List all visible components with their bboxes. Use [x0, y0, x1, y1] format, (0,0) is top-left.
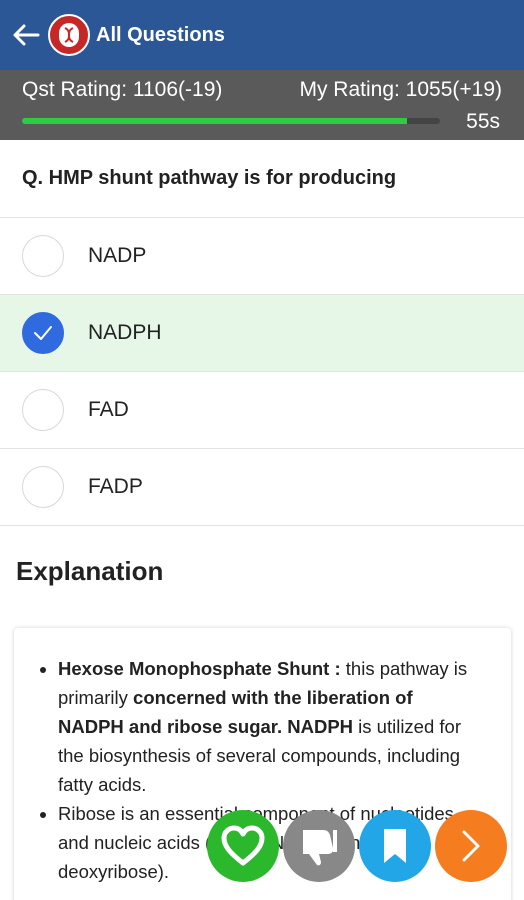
thumbs-down-icon	[303, 830, 337, 866]
time-progress-bar	[22, 118, 440, 124]
my-rating: My Rating: 1055(+19)	[299, 78, 502, 101]
app-logo-icon	[48, 14, 90, 56]
like-button[interactable]	[207, 810, 279, 882]
explanation-term: Hexose Monophosphate Shunt :	[58, 658, 341, 679]
radio-checked-icon[interactable]	[22, 312, 64, 354]
heart-icon	[221, 825, 265, 866]
rating-band: Qst Rating: 1106(-19) My Rating: 1055(+1…	[0, 70, 524, 140]
radio-unchecked-icon[interactable]	[22, 235, 64, 277]
option-2[interactable]: NADPH	[0, 295, 524, 372]
option-label: NADPH	[88, 321, 162, 344]
arrow-left-icon	[13, 24, 40, 46]
dislike-button[interactable]	[283, 810, 355, 882]
chevron-right-icon	[462, 830, 480, 862]
explanation-heading: Explanation	[16, 556, 164, 586]
time-progress-fill	[22, 118, 407, 124]
bookmark-button[interactable]	[359, 810, 431, 882]
option-1[interactable]: NADP	[0, 218, 524, 295]
option-label: FAD	[88, 398, 129, 421]
option-label: FADP	[88, 475, 143, 498]
radio-unchecked-icon[interactable]	[22, 389, 64, 431]
question-rating: Qst Rating: 1106(-19)	[22, 78, 223, 101]
back-button[interactable]	[4, 0, 48, 70]
app-bar: All Questions	[0, 0, 524, 70]
option-4[interactable]: FADP	[0, 449, 524, 526]
radio-unchecked-icon[interactable]	[22, 466, 64, 508]
question-text: Q. HMP shunt pathway is for producing	[0, 140, 524, 218]
option-label: NADP	[88, 244, 147, 267]
timer: 55s	[466, 110, 500, 133]
explanation-bullet-1: Hexose Monophosphate Shunt : this pathwa…	[58, 654, 481, 799]
check-icon	[34, 326, 52, 340]
next-question-button[interactable]	[435, 810, 507, 882]
option-3[interactable]: FAD	[0, 372, 524, 449]
bookmark-icon	[384, 829, 406, 863]
page-title: All Questions	[96, 23, 225, 46]
